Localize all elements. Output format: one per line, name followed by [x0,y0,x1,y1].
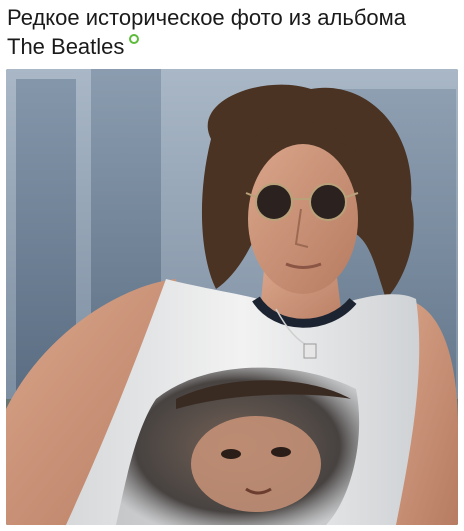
post-photo[interactable] [6,69,458,525]
post: Редкое историческое фото из альбома The … [0,0,464,531]
necklace-pendant [303,343,317,359]
post-caption: Редкое историческое фото из альбома The … [7,3,457,61]
face [248,144,358,294]
online-indicator-icon [129,34,140,44]
caption-line-2: The Beatles [7,32,457,61]
caption-line-1: Редкое историческое фото из альбома [7,5,407,30]
caption-text: The Beatles [7,34,125,59]
photo-illustration [6,69,458,525]
